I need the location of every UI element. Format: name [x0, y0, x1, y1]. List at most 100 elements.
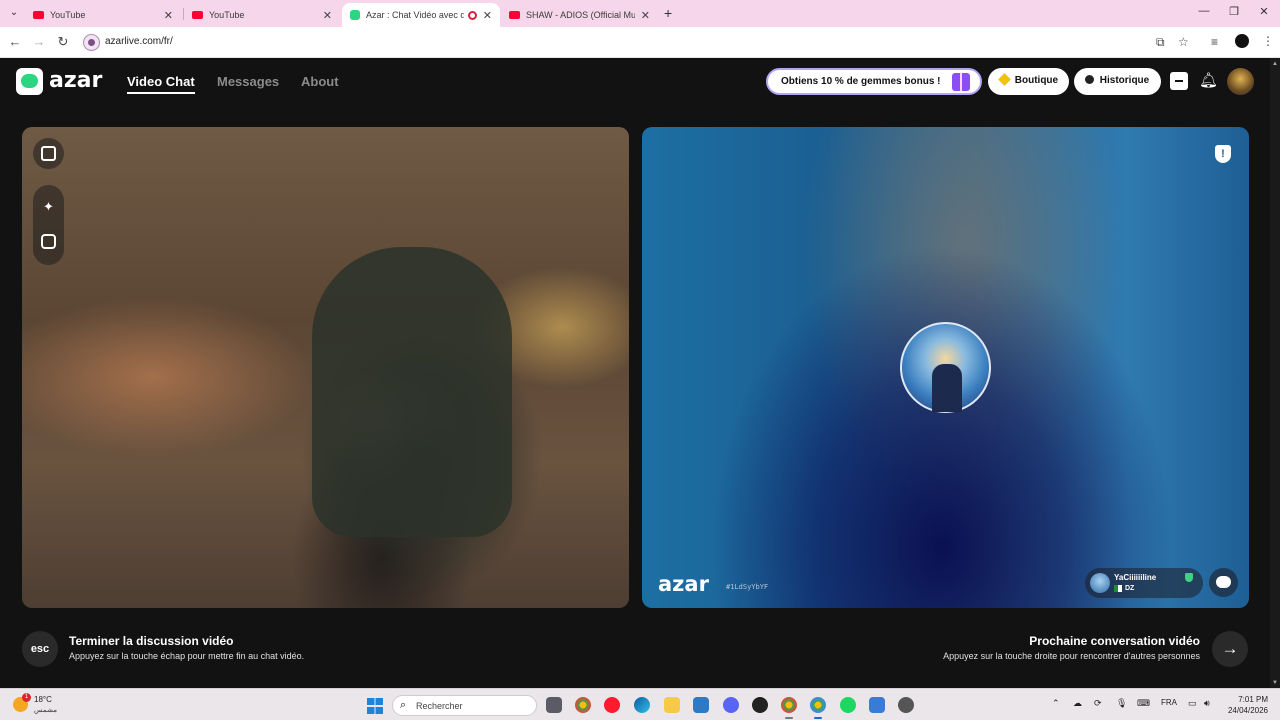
close-tab-icon[interactable]: ✕: [641, 9, 650, 22]
restore-icon[interactable]: ❐: [1224, 5, 1244, 18]
promo-label: Obtiens 10 % de gemmes bonus !: [781, 76, 941, 87]
face-filter-icon[interactable]: [41, 234, 56, 249]
onedrive-cloud-icon[interactable]: ☁: [1073, 698, 1082, 709]
next-chat-title: Prochaine conversation vidéo: [1029, 634, 1200, 648]
more-menu-icon[interactable]: ⋮: [1262, 34, 1274, 48]
close-tab-icon[interactable]: ✕: [164, 9, 173, 22]
inbox-icon[interactable]: [1170, 72, 1188, 90]
end-chat-hint: Appuyez sur la touche échap pour mettre …: [69, 651, 305, 661]
youtube-icon: [33, 11, 44, 19]
weather-alert-badge: 1: [22, 693, 31, 702]
volume-icon[interactable]: 🔊︎: [1204, 698, 1210, 709]
edge-icon[interactable]: [634, 697, 650, 713]
new-tab-icon[interactable]: +: [664, 5, 672, 21]
minimize-video-button[interactable]: [33, 138, 64, 169]
clock-time: 7:01 PM: [1238, 695, 1268, 704]
microsoft-store-icon[interactable]: [693, 697, 709, 713]
user-avatar[interactable]: [1227, 68, 1254, 95]
network-icon[interactable]: ▭: [1188, 698, 1197, 709]
azar-logo-icon[interactable]: [16, 68, 43, 95]
shop-label: Boutique: [1014, 75, 1059, 86]
clock-icon: [1085, 75, 1094, 84]
weather-temperature[interactable]: 18°C: [34, 695, 52, 704]
tab-search-chevron-icon[interactable]: ⌄: [6, 5, 22, 21]
chrome-icon[interactable]: [575, 697, 591, 713]
youtube-icon: [509, 11, 520, 19]
url-field[interactable]: azarlive.com/fr/ ⧉ ☆: [80, 31, 1200, 54]
app-icon[interactable]: [898, 697, 914, 713]
windows-start-icon[interactable]: [367, 698, 383, 714]
running-indicator: [785, 717, 793, 719]
remote-user-mini-avatar: [1090, 573, 1110, 593]
show-hidden-icons-chevron-icon[interactable]: ⌃: [1052, 698, 1060, 709]
bookmark-star-icon[interactable]: ☆: [1178, 35, 1189, 49]
opera-icon[interactable]: [604, 697, 620, 713]
close-tab-icon[interactable]: ✕: [483, 9, 492, 22]
bell-icon[interactable]: 🔔︎: [1199, 72, 1218, 90]
scroll-down-icon[interactable]: ▼: [1272, 680, 1278, 686]
profile-avatar-icon[interactable]: [1235, 34, 1249, 48]
chat-bubble-button[interactable]: [1209, 568, 1238, 597]
recording-icon: [467, 10, 477, 20]
scroll-up-icon[interactable]: ▲: [1272, 61, 1278, 67]
remote-user-avatar: [900, 322, 991, 413]
weather-description[interactable]: مشمس: [34, 706, 57, 714]
azar-logo-text[interactable]: azar: [49, 68, 102, 93]
install-app-icon[interactable]: ⧉: [1156, 35, 1165, 50]
tab-title: YouTube: [50, 10, 86, 20]
verified-badge-icon: [1185, 573, 1193, 582]
bonus-gems-promo-button[interactable]: Obtiens 10 % de gemmes bonus !: [766, 68, 982, 95]
spotify-icon[interactable]: [840, 697, 856, 713]
site-info-icon[interactable]: [83, 34, 100, 51]
youtube-icon: [192, 11, 203, 19]
browser-tab[interactable]: YouTube ✕: [25, 3, 181, 27]
taskbar-search-input[interactable]: ⌕ Rechercher: [392, 695, 537, 716]
browser-tab[interactable]: SHAW - ADIOS (Official Music V ✕: [501, 3, 658, 27]
history-button[interactable]: Historique: [1074, 68, 1161, 95]
chrome-profile-icon[interactable]: [781, 697, 797, 713]
gem-icon: [998, 73, 1011, 86]
app-icon[interactable]: [869, 697, 885, 713]
page-scrollbar[interactable]: [1270, 58, 1280, 688]
nav-messages[interactable]: Messages: [217, 74, 279, 89]
tab-title: Azar : Chat Vidéo avec de n: [366, 10, 464, 20]
url-text: azarlive.com/fr/: [105, 36, 173, 47]
close-tab-icon[interactable]: ✕: [323, 9, 332, 22]
browser-tab-active[interactable]: Azar : Chat Vidéo avec de n ✕: [342, 3, 500, 27]
video-effects-toolbar: ✦: [33, 185, 64, 265]
next-chat-button[interactable]: →: [1212, 631, 1248, 667]
shop-button[interactable]: Boutique: [988, 68, 1069, 95]
media-controls-icon[interactable]: ≡: [1211, 35, 1218, 49]
remote-username: YaCiiiiiiline: [1114, 573, 1157, 582]
discord-icon[interactable]: [723, 697, 739, 713]
reload-icon[interactable]: ↻: [55, 34, 71, 50]
tab-title: SHAW - ADIOS (Official Music V: [526, 10, 635, 20]
nav-about[interactable]: About: [301, 74, 339, 89]
remote-video-panel: ! azar #1LdSyYbYF YaCiiiiiiline DZ: [642, 127, 1249, 608]
browser-tab-bar: ⌄ YouTube ✕ YouTube ✕ Azar : Chat Vidéo …: [0, 0, 1280, 27]
remote-user-profile-chip[interactable]: YaCiiiiiiline DZ: [1085, 568, 1203, 598]
obs-icon[interactable]: [752, 697, 768, 713]
browser-tab[interactable]: YouTube ✕: [184, 3, 340, 27]
magic-wand-icon[interactable]: ✦: [41, 199, 56, 214]
search-icon: ⌕: [400, 699, 407, 711]
chrome-active-icon[interactable]: [810, 697, 826, 713]
task-view-icon[interactable]: [546, 697, 562, 713]
microphone-icon[interactable]: 🎙︎: [1116, 698, 1127, 709]
clock-date: 24/04/2026: [1227, 706, 1268, 715]
keyboard-icon[interactable]: ⌨: [1137, 698, 1150, 709]
nav-video-chat[interactable]: Video Chat: [127, 74, 195, 89]
input-language[interactable]: FRA: [1161, 698, 1177, 707]
remote-country: DZ: [1125, 585, 1135, 592]
file-explorer-icon[interactable]: [664, 697, 680, 713]
back-icon[interactable]: ←: [7, 34, 23, 49]
local-video-panel: ✦: [22, 127, 629, 608]
end-chat-button[interactable]: esc: [22, 631, 58, 667]
minimize-icon[interactable]: —: [1194, 5, 1214, 17]
close-window-icon[interactable]: ✕: [1254, 5, 1274, 18]
forward-icon[interactable]: →: [31, 34, 47, 49]
report-shield-icon[interactable]: !: [1215, 145, 1231, 163]
system-clock[interactable]: 7:01 PM 24/04/2026: [1226, 694, 1268, 716]
watermark-id: #1LdSyYbYF: [726, 583, 769, 591]
sync-icon[interactable]: ⟳: [1094, 698, 1102, 709]
